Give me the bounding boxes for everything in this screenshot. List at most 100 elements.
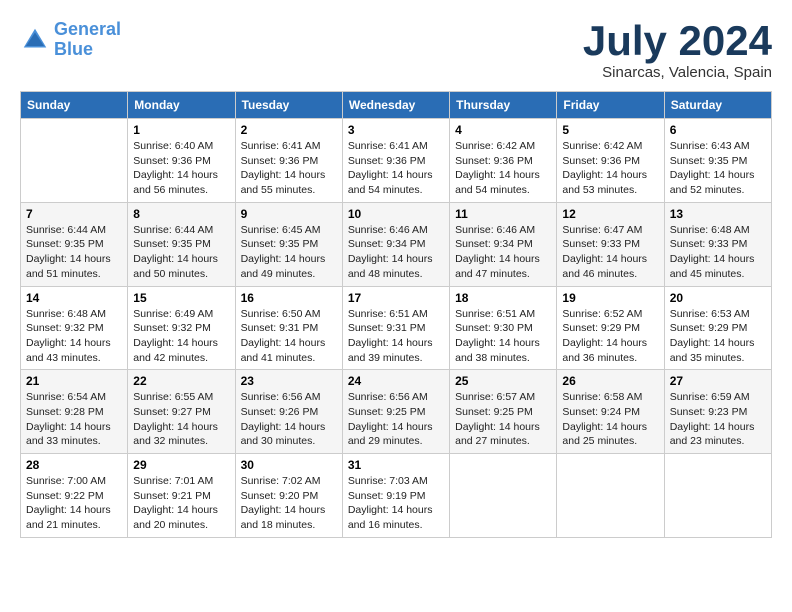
- daylight-text: Daylight: 14 hours and 55 minutes.: [241, 168, 337, 197]
- sunset-text: Sunset: 9:20 PM: [241, 489, 337, 504]
- day-info: Sunrise: 6:57 AM Sunset: 9:25 PM Dayligh…: [455, 390, 551, 449]
- table-row: 17 Sunrise: 6:51 AM Sunset: 9:31 PM Dayl…: [342, 286, 449, 370]
- table-row: 13 Sunrise: 6:48 AM Sunset: 9:33 PM Dayl…: [664, 202, 771, 286]
- day-info: Sunrise: 6:51 AM Sunset: 9:30 PM Dayligh…: [455, 307, 551, 366]
- day-info: Sunrise: 6:55 AM Sunset: 9:27 PM Dayligh…: [133, 390, 229, 449]
- sunrise-text: Sunrise: 7:01 AM: [133, 474, 229, 489]
- sunset-text: Sunset: 9:31 PM: [241, 321, 337, 336]
- day-number: 2: [241, 123, 337, 137]
- daylight-text: Daylight: 14 hours and 38 minutes.: [455, 336, 551, 365]
- day-number: 18: [455, 291, 551, 305]
- day-info: Sunrise: 6:44 AM Sunset: 9:35 PM Dayligh…: [133, 223, 229, 282]
- day-number: 21: [26, 374, 122, 388]
- sunset-text: Sunset: 9:36 PM: [455, 154, 551, 169]
- sunset-text: Sunset: 9:31 PM: [348, 321, 444, 336]
- sunrise-text: Sunrise: 7:03 AM: [348, 474, 444, 489]
- table-row: 24 Sunrise: 6:56 AM Sunset: 9:25 PM Dayl…: [342, 370, 449, 454]
- header-saturday: Saturday: [664, 92, 771, 119]
- header-tuesday: Tuesday: [235, 92, 342, 119]
- table-row: 19 Sunrise: 6:52 AM Sunset: 9:29 PM Dayl…: [557, 286, 664, 370]
- week-row-3: 21 Sunrise: 6:54 AM Sunset: 9:28 PM Dayl…: [21, 370, 772, 454]
- day-info: Sunrise: 6:47 AM Sunset: 9:33 PM Dayligh…: [562, 223, 658, 282]
- daylight-text: Daylight: 14 hours and 18 minutes.: [241, 503, 337, 532]
- sunset-text: Sunset: 9:35 PM: [26, 237, 122, 252]
- day-number: 27: [670, 374, 766, 388]
- sunrise-text: Sunrise: 6:58 AM: [562, 390, 658, 405]
- sunrise-text: Sunrise: 6:42 AM: [455, 139, 551, 154]
- table-row: 14 Sunrise: 6:48 AM Sunset: 9:32 PM Dayl…: [21, 286, 128, 370]
- table-row: 23 Sunrise: 6:56 AM Sunset: 9:26 PM Dayl…: [235, 370, 342, 454]
- day-number: 15: [133, 291, 229, 305]
- daylight-text: Daylight: 14 hours and 52 minutes.: [670, 168, 766, 197]
- sunrise-text: Sunrise: 7:00 AM: [26, 474, 122, 489]
- day-number: 4: [455, 123, 551, 137]
- table-row: 12 Sunrise: 6:47 AM Sunset: 9:33 PM Dayl…: [557, 202, 664, 286]
- sunset-text: Sunset: 9:36 PM: [241, 154, 337, 169]
- day-number: 10: [348, 207, 444, 221]
- table-row: [21, 119, 128, 203]
- header-monday: Monday: [128, 92, 235, 119]
- day-info: Sunrise: 6:56 AM Sunset: 9:25 PM Dayligh…: [348, 390, 444, 449]
- sunrise-text: Sunrise: 6:41 AM: [241, 139, 337, 154]
- table-row: 20 Sunrise: 6:53 AM Sunset: 9:29 PM Dayl…: [664, 286, 771, 370]
- table-row: 6 Sunrise: 6:43 AM Sunset: 9:35 PM Dayli…: [664, 119, 771, 203]
- sunrise-text: Sunrise: 6:53 AM: [670, 307, 766, 322]
- day-info: Sunrise: 6:41 AM Sunset: 9:36 PM Dayligh…: [241, 139, 337, 198]
- day-info: Sunrise: 6:46 AM Sunset: 9:34 PM Dayligh…: [348, 223, 444, 282]
- daylight-text: Daylight: 14 hours and 39 minutes.: [348, 336, 444, 365]
- header-sunday: Sunday: [21, 92, 128, 119]
- day-info: Sunrise: 6:45 AM Sunset: 9:35 PM Dayligh…: [241, 223, 337, 282]
- day-info: Sunrise: 7:01 AM Sunset: 9:21 PM Dayligh…: [133, 474, 229, 533]
- week-row-0: 1 Sunrise: 6:40 AM Sunset: 9:36 PM Dayli…: [21, 119, 772, 203]
- day-info: Sunrise: 6:59 AM Sunset: 9:23 PM Dayligh…: [670, 390, 766, 449]
- table-row: 9 Sunrise: 6:45 AM Sunset: 9:35 PM Dayli…: [235, 202, 342, 286]
- logo: General Blue: [20, 20, 121, 60]
- sunrise-text: Sunrise: 6:57 AM: [455, 390, 551, 405]
- sunset-text: Sunset: 9:33 PM: [562, 237, 658, 252]
- day-number: 17: [348, 291, 444, 305]
- day-number: 22: [133, 374, 229, 388]
- sunset-text: Sunset: 9:22 PM: [26, 489, 122, 504]
- day-number: 24: [348, 374, 444, 388]
- table-row: 16 Sunrise: 6:50 AM Sunset: 9:31 PM Dayl…: [235, 286, 342, 370]
- sunset-text: Sunset: 9:24 PM: [562, 405, 658, 420]
- day-info: Sunrise: 6:48 AM Sunset: 9:33 PM Dayligh…: [670, 223, 766, 282]
- day-number: 7: [26, 207, 122, 221]
- sunrise-text: Sunrise: 6:49 AM: [133, 307, 229, 322]
- sunset-text: Sunset: 9:36 PM: [562, 154, 658, 169]
- day-number: 26: [562, 374, 658, 388]
- table-row: 27 Sunrise: 6:59 AM Sunset: 9:23 PM Dayl…: [664, 370, 771, 454]
- day-number: 16: [241, 291, 337, 305]
- sunrise-text: Sunrise: 6:50 AM: [241, 307, 337, 322]
- day-number: 31: [348, 458, 444, 472]
- day-info: Sunrise: 6:56 AM Sunset: 9:26 PM Dayligh…: [241, 390, 337, 449]
- sunrise-text: Sunrise: 6:46 AM: [348, 223, 444, 238]
- sunrise-text: Sunrise: 6:46 AM: [455, 223, 551, 238]
- logo-line1: General: [54, 19, 121, 39]
- daylight-text: Daylight: 14 hours and 42 minutes.: [133, 336, 229, 365]
- day-number: 29: [133, 458, 229, 472]
- day-info: Sunrise: 6:42 AM Sunset: 9:36 PM Dayligh…: [455, 139, 551, 198]
- day-info: Sunrise: 6:58 AM Sunset: 9:24 PM Dayligh…: [562, 390, 658, 449]
- sunrise-text: Sunrise: 6:48 AM: [670, 223, 766, 238]
- day-info: Sunrise: 6:42 AM Sunset: 9:36 PM Dayligh…: [562, 139, 658, 198]
- sunrise-text: Sunrise: 6:55 AM: [133, 390, 229, 405]
- week-row-4: 28 Sunrise: 7:00 AM Sunset: 9:22 PM Dayl…: [21, 454, 772, 538]
- daylight-text: Daylight: 14 hours and 23 minutes.: [670, 420, 766, 449]
- weekday-header-row: Sunday Monday Tuesday Wednesday Thursday…: [21, 92, 772, 119]
- daylight-text: Daylight: 14 hours and 49 minutes.: [241, 252, 337, 281]
- table-row: 21 Sunrise: 6:54 AM Sunset: 9:28 PM Dayl…: [21, 370, 128, 454]
- week-row-1: 7 Sunrise: 6:44 AM Sunset: 9:35 PM Dayli…: [21, 202, 772, 286]
- sunset-text: Sunset: 9:29 PM: [562, 321, 658, 336]
- daylight-text: Daylight: 14 hours and 46 minutes.: [562, 252, 658, 281]
- daylight-text: Daylight: 14 hours and 56 minutes.: [133, 168, 229, 197]
- daylight-text: Daylight: 14 hours and 33 minutes.: [26, 420, 122, 449]
- daylight-text: Daylight: 14 hours and 25 minutes.: [562, 420, 658, 449]
- sunset-text: Sunset: 9:26 PM: [241, 405, 337, 420]
- day-number: 23: [241, 374, 337, 388]
- sunrise-text: Sunrise: 6:45 AM: [241, 223, 337, 238]
- day-info: Sunrise: 6:49 AM Sunset: 9:32 PM Dayligh…: [133, 307, 229, 366]
- day-info: Sunrise: 6:40 AM Sunset: 9:36 PM Dayligh…: [133, 139, 229, 198]
- sunrise-text: Sunrise: 6:40 AM: [133, 139, 229, 154]
- sunset-text: Sunset: 9:27 PM: [133, 405, 229, 420]
